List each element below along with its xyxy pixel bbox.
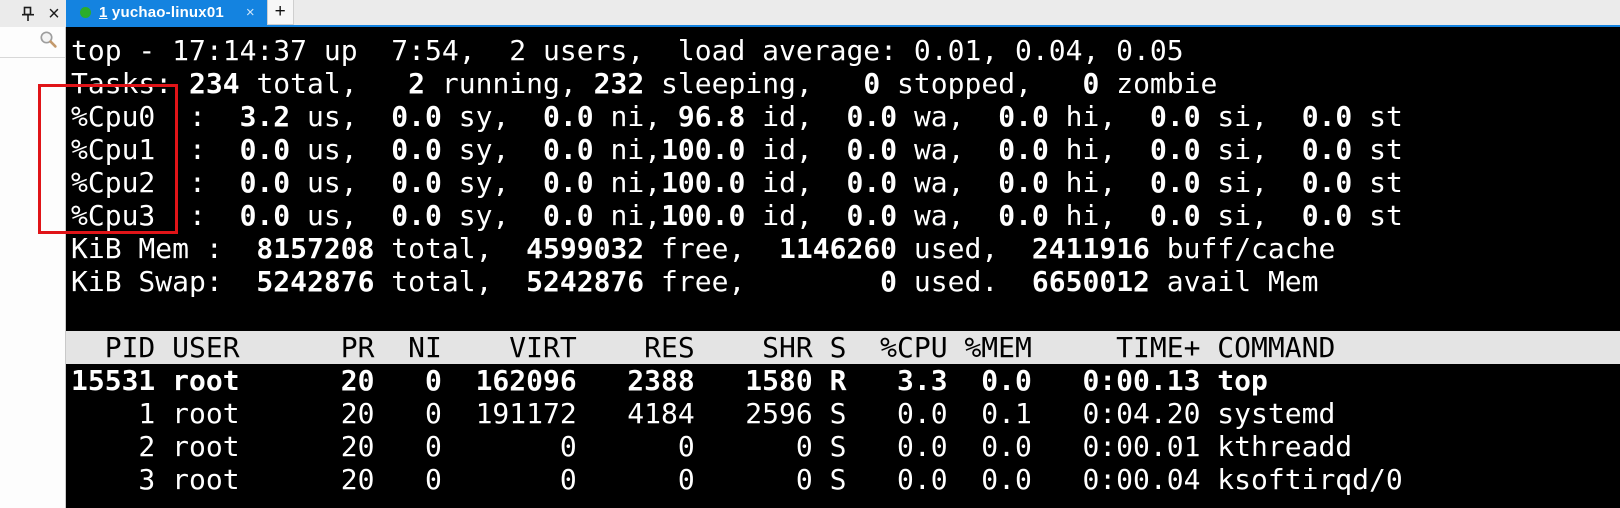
new-tab-button[interactable]: + xyxy=(267,0,294,25)
terminal-line: KiB Mem : 8157208 total, 4599032 free, 1… xyxy=(71,232,1620,265)
terminal-line: 15531 root 20 0 162096 2388 1580 R 3.3 0… xyxy=(71,364,1620,397)
terminal-line: 3 root 20 0 0 0 0 S 0.0 0.0 0:00.04 ksof… xyxy=(71,463,1620,496)
panel-controls: × xyxy=(0,0,66,27)
tab-label: 1 yuchao-linux01 xyxy=(99,4,224,21)
sidebar xyxy=(0,27,66,508)
panel-close-icon[interactable]: × xyxy=(45,4,63,24)
terminal-line: %Cpu2 : 0.0 us, 0.0 sy, 0.0 ni,100.0 id,… xyxy=(71,166,1620,199)
pin-icon[interactable] xyxy=(19,4,37,24)
connection-status-icon xyxy=(80,7,91,18)
terminal-line xyxy=(71,298,1620,331)
terminal-line: 1 root 20 0 191172 4184 2596 S 0.0 0.1 0… xyxy=(71,397,1620,430)
sidebar-header xyxy=(0,27,65,58)
terminal-line: %Cpu1 : 0.0 us, 0.0 sy, 0.0 ni,100.0 id,… xyxy=(71,133,1620,166)
tab-strip: 1 yuchao-linux01 × + xyxy=(66,0,1620,27)
terminal-line: top - 17:14:37 up 7:54, 2 users, load av… xyxy=(71,34,1620,67)
tab-close-icon[interactable]: × xyxy=(246,4,255,21)
app-window: × 1 yuchao-linux01 × + top - 17 xyxy=(0,0,1620,508)
tab-bar: × 1 yuchao-linux01 × + xyxy=(0,0,1620,27)
terminal-line: %Cpu3 : 0.0 us, 0.0 sy, 0.0 ni,100.0 id,… xyxy=(71,199,1620,232)
terminal-line: 2 root 20 0 0 0 0 S 0.0 0.0 0:00.01 kthr… xyxy=(71,430,1620,463)
terminal-line: Tasks: 234 total, 2 running, 232 sleepin… xyxy=(71,67,1620,100)
terminal-line: KiB Swap: 5242876 total, 5242876 free, 0… xyxy=(71,265,1620,298)
search-icon[interactable] xyxy=(39,30,58,54)
session-tab[interactable]: 1 yuchao-linux01 × xyxy=(66,0,267,25)
terminal-screen[interactable]: top - 17:14:37 up 7:54, 2 users, load av… xyxy=(66,27,1620,508)
process-table-header: PID USER PR NI VIRT RES SHR S %CPU %MEM … xyxy=(66,331,1620,364)
terminal-line: %Cpu0 : 3.2 us, 0.0 sy, 0.0 ni, 96.8 id,… xyxy=(71,100,1620,133)
main-area: top - 17:14:37 up 7:54, 2 users, load av… xyxy=(0,27,1620,508)
